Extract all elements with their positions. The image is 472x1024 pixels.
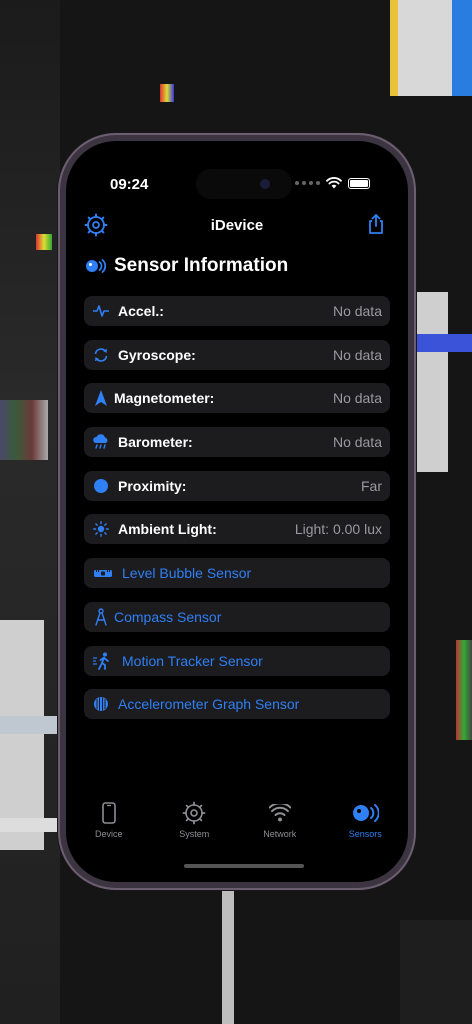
link-label: Accelerometer Graph Sensor xyxy=(118,696,300,713)
tab-label: Device xyxy=(94,829,123,839)
sensor-icon xyxy=(351,800,380,826)
tab-label: System xyxy=(179,829,210,839)
sensor-value: No data xyxy=(332,390,382,407)
phone-screen: 09:24 iDevice Sensor Information Accel.:… xyxy=(66,141,408,882)
rotate-icon xyxy=(92,346,110,364)
link-label: Compass Sensor xyxy=(114,608,222,625)
tab-sensors[interactable]: Sensors xyxy=(325,800,405,848)
sensor-row-barometer: Barometer: No data xyxy=(84,427,390,458)
share-icon[interactable] xyxy=(364,212,388,236)
dynamic-island xyxy=(196,169,292,199)
figure-walk-icon xyxy=(92,652,114,670)
sensor-row-accel: Accel.: No data xyxy=(84,296,390,326)
tab-label: Network xyxy=(263,829,297,839)
gear-icon xyxy=(182,800,206,826)
sensor-label: Accel.: xyxy=(118,303,164,319)
sensor-label: Barometer: xyxy=(118,434,193,451)
wifi-icon xyxy=(268,800,291,826)
motion-tracker-sensor-button[interactable]: Motion Tracker Sensor xyxy=(84,645,390,676)
sensor-value: No data xyxy=(332,346,382,363)
tab-label: Sensors xyxy=(348,829,382,839)
navigation-bar: iDevice xyxy=(66,211,408,241)
sensor-value: No data xyxy=(332,303,382,319)
sensor-icon xyxy=(86,259,106,273)
sensor-value: Far xyxy=(361,477,382,494)
signal-dots-icon xyxy=(295,181,320,185)
level-bubble-sensor-button[interactable]: Level Bubble Sensor xyxy=(84,558,390,589)
phone-frame: 09:24 iDevice Sensor Information Accel.:… xyxy=(58,133,416,890)
accelerometer-graph-sensor-button[interactable]: Accelerometer Graph Sensor xyxy=(84,689,390,720)
sensor-label: Gyroscope: xyxy=(118,346,196,363)
section-title: Sensor Information xyxy=(114,255,289,276)
sensor-row-proximity: Proximity: Far xyxy=(84,470,390,501)
sensor-label: Ambient Light: xyxy=(118,521,217,538)
sensor-value: No data xyxy=(332,434,382,451)
sensor-label: Magnetometer: xyxy=(114,390,215,407)
battery-icon xyxy=(348,177,370,189)
sensor-list: Accel.: No data Gyroscope: No data Magne… xyxy=(84,296,390,733)
sensor-label: Proximity: xyxy=(118,477,187,494)
sensor-row-magnetometer: Magnetometer: No data xyxy=(84,383,390,414)
tab-system[interactable]: System xyxy=(154,800,234,848)
section-header: Sensor Information xyxy=(84,255,288,277)
tab-device[interactable]: Device xyxy=(69,800,149,848)
graph-circle-icon xyxy=(92,695,110,713)
sun-icon xyxy=(92,520,110,538)
compass-sensor-button[interactable]: Compass Sensor xyxy=(84,601,390,632)
sensor-row-gyroscope: Gyroscope: No data xyxy=(84,339,390,370)
status-icons xyxy=(295,177,370,189)
status-time: 09:24 xyxy=(110,176,149,193)
home-indicator[interactable] xyxy=(184,864,304,868)
cloud-rain-icon xyxy=(92,433,110,451)
waveform-icon xyxy=(92,302,110,320)
link-label: Motion Tracker Sensor xyxy=(122,652,263,669)
level-icon xyxy=(92,564,114,582)
compass-icon xyxy=(92,608,110,626)
wifi-status-icon xyxy=(326,177,342,189)
location-arrow-icon xyxy=(92,389,110,407)
link-label: Level Bubble Sensor xyxy=(122,565,252,582)
sensor-row-ambient-light: Ambient Light: Light: 0.00 lux xyxy=(84,514,390,545)
tab-bar: Device System Network Sensors xyxy=(66,800,408,848)
circle-icon xyxy=(92,477,110,495)
tab-network[interactable]: Network xyxy=(240,800,320,848)
phone-icon xyxy=(101,800,116,826)
nav-title: iDevice xyxy=(210,217,264,234)
sensor-value: Light: 0.00 lux xyxy=(294,521,382,538)
